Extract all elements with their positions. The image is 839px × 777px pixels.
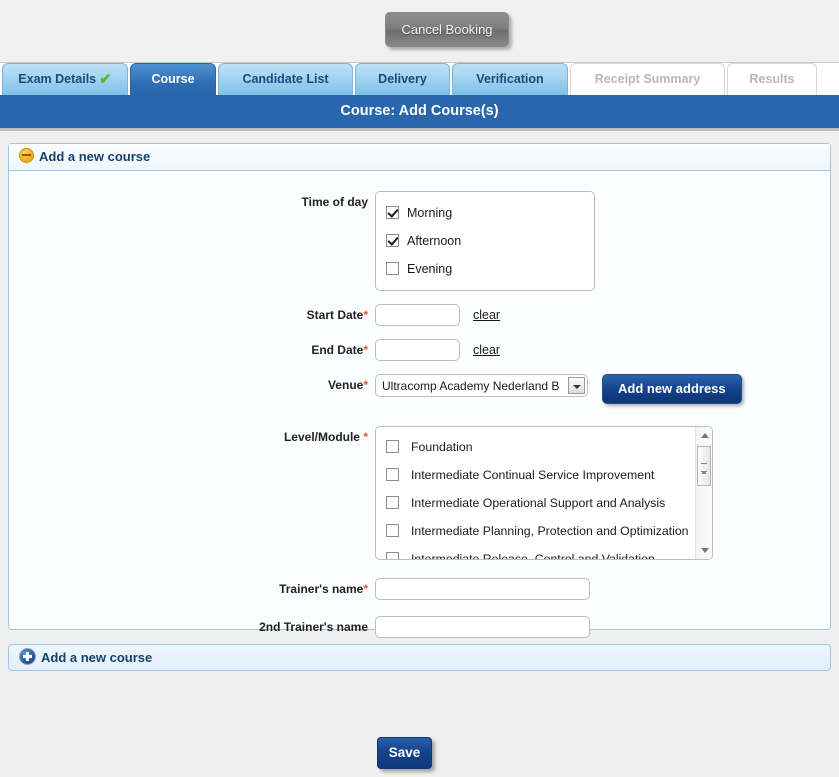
second-trainer-name-label: 2nd Trainer's name [9, 616, 375, 634]
time-of-day-label-text: Time of day [301, 195, 368, 209]
scroll-up-arrow-icon[interactable] [696, 427, 712, 444]
checkbox-row-morning[interactable]: Morning [386, 199, 594, 227]
field-level-module: Level/Module * Foundation Intermediate C… [9, 426, 830, 560]
tab-verification[interactable]: Verification [452, 63, 568, 95]
list-item-label: Intermediate Operational Support and Ana… [411, 496, 666, 510]
evening-label: Evening [407, 262, 453, 276]
field-start-date: Start Date* clear [9, 304, 830, 326]
tab-results: Results [727, 63, 817, 95]
intermediate-csi-checkbox[interactable] [386, 468, 399, 481]
level-module-label-text: Level/Module [283, 430, 360, 444]
start-date-label: Start Date* [9, 304, 375, 322]
trainer-name-label-text: Trainer's name [279, 582, 364, 596]
trainer-name-input[interactable] [375, 578, 590, 600]
level-module-scrollbar[interactable] [695, 427, 712, 559]
evening-checkbox[interactable] [386, 262, 399, 275]
trainer-name-label: Trainer's name* [9, 578, 375, 596]
venue-label: Venue* [9, 374, 375, 392]
end-date-clear-link[interactable]: clear [473, 339, 500, 361]
level-module-listbox[interactable]: Foundation Intermediate Continual Servic… [375, 426, 713, 560]
tab-course[interactable]: Course [130, 63, 216, 95]
second-trainer-name-label-text: 2nd Trainer's name [259, 620, 368, 634]
end-date-label: End Date* [9, 339, 375, 357]
tab-receipt-summary-label: Receipt Summary [594, 72, 701, 86]
tab-exam-details-label: Exam Details [18, 72, 97, 86]
add-plus-icon[interactable] [19, 648, 36, 665]
tab-exam-details[interactable]: Exam Details ✔ [2, 63, 128, 95]
field-second-trainer-name: 2nd Trainer's name [9, 616, 830, 638]
scroll-down-arrow-icon[interactable] [696, 542, 712, 559]
required-asterisk: * [363, 430, 368, 444]
foundation-checkbox[interactable] [386, 440, 399, 453]
page-title: Course: Add Course(s) [0, 95, 839, 131]
venue-select-wrapper: Ultracomp Academy Nederland B [375, 374, 588, 397]
required-asterisk: * [363, 378, 368, 392]
field-time-of-day: Time of day Morning Afternoon Evening [9, 191, 830, 291]
end-date-label-text: End Date [311, 343, 364, 357]
list-item-label: Intermediate Planning, Protection and Op… [411, 524, 689, 538]
time-of-day-checkbox-group: Morning Afternoon Evening [375, 191, 595, 291]
list-item-label: Intermediate Continual Service Improveme… [411, 468, 655, 482]
list-item-label: Foundation [411, 440, 473, 454]
tab-delivery-label: Delivery [378, 72, 427, 86]
intermediate-ppo-checkbox[interactable] [386, 524, 399, 537]
start-date-label-text: Start Date [306, 308, 364, 322]
intermediate-rcv-checkbox[interactable] [386, 552, 399, 559]
save-button[interactable]: Save [377, 737, 432, 769]
tab-delivery[interactable]: Delivery [355, 63, 450, 95]
footer-action-bar: Save [0, 730, 839, 777]
list-item[interactable]: Intermediate Planning, Protection and Op… [386, 517, 712, 545]
tab-results-label: Results [749, 72, 795, 86]
checkbox-row-evening[interactable]: Evening [386, 255, 594, 283]
field-end-date: End Date* clear [9, 339, 830, 361]
required-asterisk: * [363, 308, 368, 322]
list-item[interactable]: Intermediate Continual Service Improveme… [386, 461, 712, 489]
tab-course-label: Course [151, 72, 195, 86]
check-icon: ✔ [99, 71, 112, 88]
tab-receipt-summary: Receipt Summary [570, 63, 725, 95]
morning-label: Morning [407, 206, 453, 220]
list-item[interactable]: Foundation [386, 433, 712, 461]
start-date-input[interactable] [375, 304, 460, 326]
required-asterisk: * [363, 582, 368, 596]
time-of-day-label: Time of day [9, 191, 375, 209]
afternoon-label: Afternoon [407, 234, 462, 248]
level-module-items: Foundation Intermediate Continual Servic… [376, 427, 712, 560]
wizard-tab-strip: Exam Details ✔ Course Candidate List Deli… [0, 63, 839, 95]
add-course-panel-header-label: Add a new course [39, 149, 151, 164]
tab-candidate-list-label: Candidate List [242, 72, 329, 86]
required-asterisk: * [363, 343, 368, 357]
list-item[interactable]: Intermediate Release, Control and Valida… [386, 545, 712, 560]
venue-select[interactable]: Ultracomp Academy Nederland B [375, 374, 588, 397]
end-date-input[interactable] [375, 339, 460, 361]
list-item-label: Intermediate Release, Control and Valida… [411, 552, 655, 560]
afternoon-checkbox[interactable] [386, 234, 399, 247]
collapse-minus-icon[interactable] [19, 148, 34, 163]
add-new-address-button[interactable]: Add new address [602, 374, 742, 404]
scrollbar-thumb[interactable] [697, 446, 711, 486]
second-trainer-name-input[interactable] [375, 616, 590, 638]
list-item[interactable]: Intermediate Operational Support and Ana… [386, 489, 712, 517]
checkbox-row-afternoon[interactable]: Afternoon [386, 227, 594, 255]
venue-label-text: Venue [327, 378, 364, 392]
add-course-panel-header[interactable]: Add a new course [9, 144, 830, 171]
add-course-panel: Add a new course Time of day Morning Aft… [8, 143, 831, 638]
add-new-course-label: Add a new course [41, 650, 153, 665]
top-action-bar: Cancel Booking [0, 0, 839, 63]
field-trainer-name: Trainer's name* [9, 578, 830, 600]
field-venue: Venue* Ultracomp Academy Nederland B Add… [9, 374, 830, 404]
cancel-booking-button[interactable]: Cancel Booking [385, 12, 509, 47]
tab-verification-label: Verification [476, 72, 544, 86]
content-area: Add a new course Time of day Morning Aft… [0, 131, 839, 730]
course-form: Time of day Morning Afternoon Evening St… [9, 171, 830, 638]
start-date-clear-link[interactable]: clear [473, 304, 500, 326]
level-module-label: Level/Module * [9, 426, 375, 444]
add-new-course-bar[interactable]: Add a new course [8, 644, 831, 671]
intermediate-osa-checkbox[interactable] [386, 496, 399, 509]
morning-checkbox[interactable] [386, 206, 399, 219]
tab-candidate-list[interactable]: Candidate List [218, 63, 353, 95]
